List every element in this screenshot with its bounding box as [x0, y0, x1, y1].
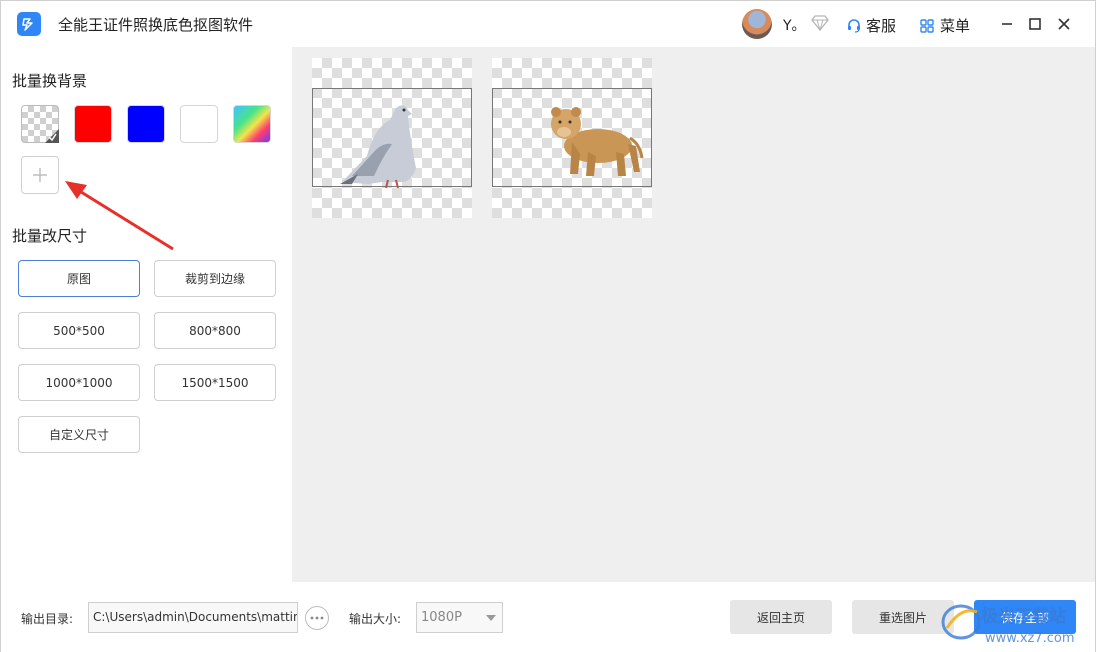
reselect-images-button[interactable]: 重选图片	[852, 600, 954, 634]
swatch-blue[interactable]	[127, 105, 165, 143]
preview-area	[292, 47, 1095, 582]
menu-label: 菜单	[940, 17, 971, 35]
chevron-down-icon	[486, 615, 496, 621]
output-size-value: 1080P	[421, 610, 462, 625]
output-dir-label: 输出目录:	[21, 612, 74, 626]
vip-diamond-icon[interactable]	[811, 15, 829, 31]
close-button[interactable]	[1053, 13, 1075, 35]
swatch-white[interactable]	[180, 105, 218, 143]
size-1500-button[interactable]: 1500*1500	[154, 364, 276, 401]
size-crop-to-edge-button[interactable]: 裁剪到边缘	[154, 260, 276, 297]
size-1000-button[interactable]: 1000*1000	[18, 364, 140, 401]
size-800-button[interactable]: 800*800	[154, 312, 276, 349]
username[interactable]: Y。	[783, 15, 806, 35]
menu-button[interactable]: 菜单	[919, 15, 970, 36]
size-original-button[interactable]: 原图	[18, 260, 140, 297]
size-custom-button[interactable]: 自定义尺寸	[18, 416, 140, 453]
app-title: 全能王证件照换底色抠图软件	[58, 16, 254, 34]
swatch-transparent[interactable]	[21, 105, 59, 143]
save-all-button[interactable]: 保存全部	[974, 600, 1076, 634]
swatch-red[interactable]	[74, 105, 112, 143]
app-window: 全能王证件照换底色抠图软件 Y。 客服 菜单 批量换背景 批量改尺寸 原图 裁剪…	[0, 0, 1096, 652]
bottom-bar: 输出目录: C:\Users\admin\Documents\matting 输…	[1, 582, 1095, 652]
minimize-icon	[1002, 23, 1012, 25]
app-logo-icon	[17, 12, 41, 36]
bg-section-title: 批量换背景	[12, 72, 88, 90]
maximize-button[interactable]	[1024, 13, 1046, 35]
close-icon	[1058, 18, 1070, 30]
back-home-button[interactable]: 返回主页	[730, 600, 832, 634]
customer-service-button[interactable]: 客服	[846, 15, 896, 36]
output-size-label: 输出大小:	[349, 612, 402, 626]
size-section-title: 批量改尺寸	[12, 227, 88, 245]
swatch-gradient[interactable]	[233, 105, 271, 143]
title-bar: 全能王证件照换底色抠图软件 Y。 客服 菜单	[1, 1, 1095, 47]
avatar[interactable]	[742, 9, 772, 39]
plus-icon	[33, 168, 47, 182]
lion-cub-image	[551, 107, 644, 176]
output-dir-field[interactable]: C:\Users\admin\Documents\matting	[88, 602, 298, 633]
output-size-select[interactable]: 1080P	[416, 602, 503, 633]
headset-icon	[848, 18, 860, 33]
browse-dir-button[interactable]	[305, 606, 329, 630]
checkmark-icon	[45, 129, 59, 143]
preview-image-pigeon[interactable]	[312, 58, 472, 218]
more-dots-icon	[310, 616, 324, 620]
pigeon-image	[340, 105, 416, 189]
grid-menu-icon	[920, 18, 934, 33]
preview-image-lion[interactable]	[492, 58, 652, 218]
size-500-button[interactable]: 500*500	[18, 312, 140, 349]
minimize-button[interactable]	[996, 13, 1018, 35]
maximize-icon	[1029, 18, 1041, 30]
customer-service-label: 客服	[866, 17, 897, 35]
add-color-button[interactable]	[21, 156, 59, 194]
